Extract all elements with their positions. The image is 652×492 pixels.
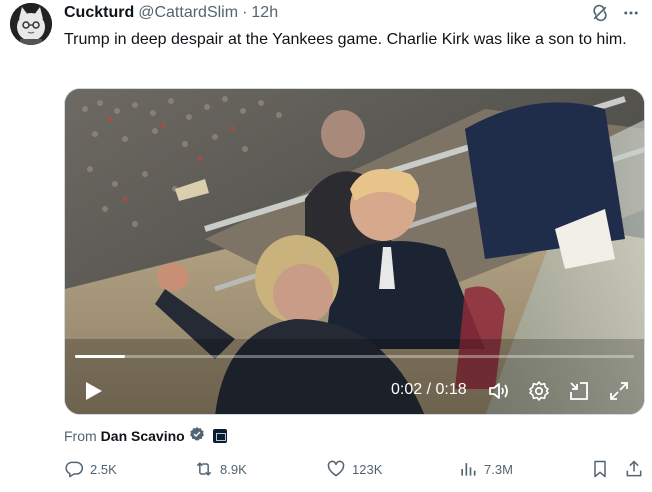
verified-icon	[189, 426, 205, 445]
progress-bar[interactable]	[75, 355, 634, 358]
affiliation-badge[interactable]	[212, 428, 227, 443]
bookmark-icon	[594, 460, 606, 478]
video-frame	[65, 89, 644, 414]
share-button[interactable]	[624, 459, 644, 479]
views-icon	[461, 463, 476, 476]
play-icon	[86, 382, 102, 400]
user-handle[interactable]: @CattardSlim	[138, 4, 238, 22]
display-name[interactable]: Cuckturd	[64, 4, 134, 22]
play-button[interactable]	[81, 379, 105, 403]
more-icon[interactable]	[622, 4, 640, 22]
attribution-name[interactable]: Dan Scavino	[101, 428, 185, 444]
timestamp[interactable]: 12h	[251, 4, 278, 22]
repost-count: 8.9K	[220, 461, 247, 477]
views-button[interactable]: 7.3M	[458, 459, 513, 479]
settings-button[interactable]	[527, 379, 551, 403]
settings-icon	[529, 381, 549, 401]
tweet-header: Cuckturd @CattardSlim · 12h	[64, 3, 640, 23]
views-count: 7.3M	[484, 461, 513, 477]
video-player[interactable]: 0:02 / 0:18	[64, 88, 645, 415]
video-attribution: From Dan Scavino	[64, 426, 227, 445]
fullscreen-button[interactable]	[607, 379, 631, 403]
bookmark-button[interactable]	[590, 459, 610, 479]
volume-icon	[489, 383, 508, 399]
tweet-actions: 2.5K 8.9K 123K 7.3M	[64, 459, 646, 481]
pip-button[interactable]	[567, 379, 591, 403]
header-actions	[590, 3, 640, 23]
tweet-text: Trump in deep despair at the Yankees gam…	[64, 31, 627, 48]
attribution-prefix: From	[64, 427, 97, 444]
volume-button[interactable]	[487, 379, 511, 403]
repost-icon	[196, 462, 212, 476]
reply-button[interactable]: 2.5K	[64, 459, 117, 479]
repost-button[interactable]: 8.9K	[194, 459, 247, 479]
fullscreen-icon	[610, 382, 628, 400]
reply-count: 2.5K	[90, 461, 117, 477]
grok-icon[interactable]	[590, 3, 610, 23]
progress-fill	[75, 355, 126, 358]
avatar[interactable]	[10, 3, 52, 45]
like-count: 123K	[352, 461, 383, 477]
share-icon	[626, 460, 642, 477]
separator-dot: ·	[242, 4, 248, 21]
reply-icon	[65, 461, 84, 478]
pip-icon	[570, 382, 588, 400]
like-button[interactable]: 123K	[326, 459, 382, 479]
time-readout: 0:02 / 0:18	[391, 381, 467, 398]
like-icon	[327, 460, 345, 477]
